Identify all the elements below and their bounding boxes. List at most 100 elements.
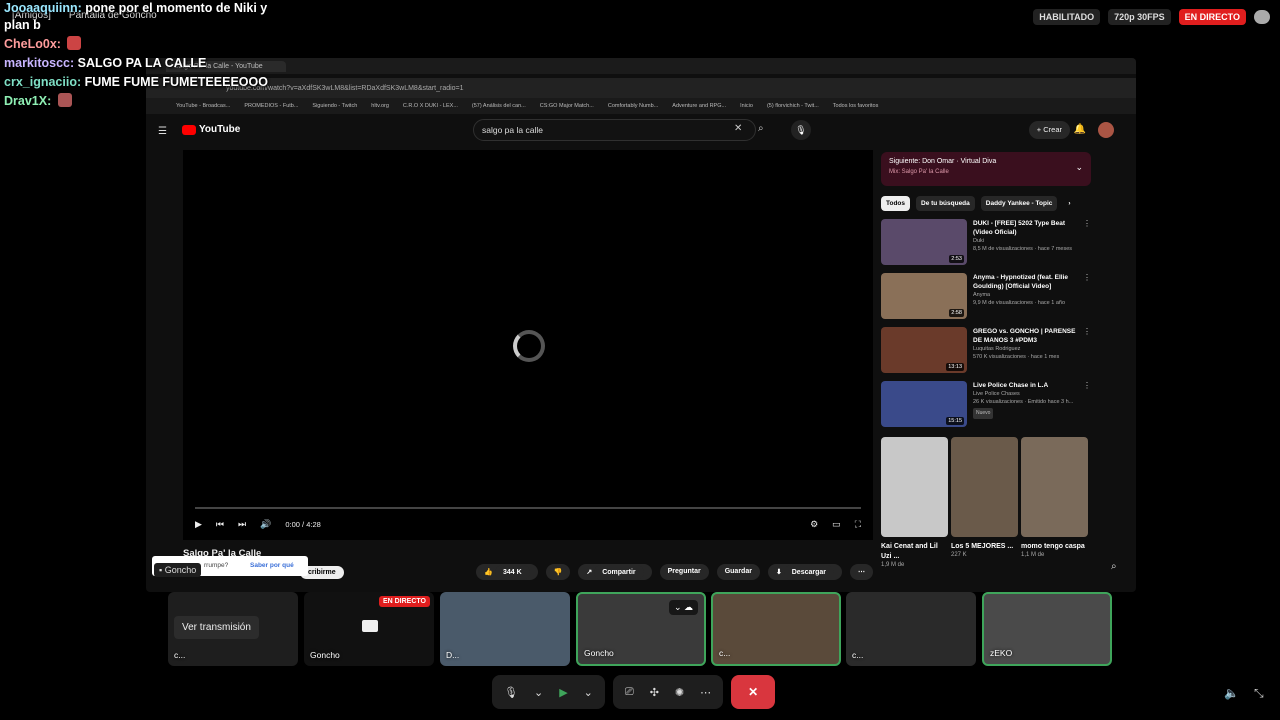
play-icon[interactable]: ▶ [195,519,202,530]
exit-fullscreen-icon[interactable]: ⤡ [1254,686,1264,701]
video-item-title[interactable]: Anyma - Hypnotized (feat. Ellie Goulding… [973,273,1078,291]
list-item[interactable]: 2:58 Anyma - Hypnotized (feat. Ellie Gou… [881,273,1091,319]
chevron-down-icon[interactable]: ⌄ [1075,162,1083,173]
short-item[interactable]: momo tengo caspa 1,1 M de [1021,437,1088,568]
bookmark[interactable]: Comfortably Numb... [608,103,658,109]
participant-tile[interactable]: zEKO [982,592,1112,666]
chip-all[interactable]: Todos [881,196,911,211]
short-title[interactable]: momo tengo caspa [1021,542,1088,552]
channel-name[interactable]: Anyma [973,291,1078,299]
progress-bar[interactable] [195,507,861,509]
bookmark[interactable]: Inicio [740,103,753,109]
bookmark[interactable]: (57) Análisis del can... [472,103,526,109]
bookmark[interactable]: Todos los favoritos [833,103,879,109]
short-item[interactable]: Los 5 MEJORES ... 227 K [951,437,1018,568]
search-icon[interactable]: ⌕ [758,123,764,134]
share-button[interactable]: ↗ Compartir [578,564,652,580]
video-item-title[interactable]: Live Police Chase in L.A [973,381,1078,390]
chevron-right-icon[interactable]: › [1063,196,1075,211]
short-item[interactable]: Kai Cenat and Lil Uzi ... 1,9 M de [881,437,948,568]
video-actions: 👍 344 K 👎 ↗ Compartir Preguntar Guardar … [476,564,873,580]
microphone-icon[interactable]: 🎙 [504,686,518,699]
short-thumbnail[interactable] [951,437,1018,537]
short-thumbnail[interactable] [881,437,948,537]
list-item[interactable]: 13:13 GREGO vs. GONCHO | PARENSE DE MANO… [881,327,1091,373]
more-options-icon[interactable]: ⋮ [1083,327,1091,336]
more-icon[interactable]: ⋯ [850,564,873,580]
activities-icon[interactable]: ✣ [650,686,659,699]
ask-button[interactable]: Preguntar [659,564,709,580]
video-thumbnail[interactable]: 2:58 [881,273,967,319]
chip-daddy-yankee[interactable]: Daddy Yankee - Topic [980,196,1058,211]
dislike-button[interactable]: 👎 [545,564,571,580]
volume-icon[interactable]: 🔊 [260,519,271,530]
url-text[interactable]: youtube.com/watch?v=aXdfSK3wLM8&list=RDa… [226,85,1136,92]
participant-menu-icon[interactable]: ⌄ ☁ [668,600,698,615]
video-player[interactable]: ▶ ⏮ ⏭ 🔊 0:00 / 4:28 ⚙ ▭ ⛶ [183,150,873,540]
short-title[interactable]: Los 5 MEJORES ... [951,542,1018,552]
bookmark[interactable]: C.R.O X DUKI - LEX... [403,103,458,109]
settings-gear-icon[interactable]: ⚙ [810,519,818,530]
more-options-icon[interactable]: ⋮ [1083,381,1091,390]
microphone-icon[interactable]: 🎙 [791,120,811,140]
short-title[interactable]: Kai Cenat and Lil Uzi ... [881,542,948,562]
chat-bubble-icon[interactable] [1254,10,1270,24]
address-bar[interactable]: youtube.com/watch?v=aXdfSK3wLM8&list=RDa… [146,78,1136,98]
zoom-icon[interactable]: ⌕ [1111,561,1117,572]
view-meta: 26 K visualizaciones · Emitido hace 3 h.… [973,399,1074,405]
participant-tile[interactable]: D... [440,592,570,666]
up-next-panel[interactable]: Siguiente: Don Omar · Virtual Diva Mix: … [881,152,1091,186]
youtube-play-icon [182,124,196,135]
screen-share-tile[interactable]: EN DIRECTO Goncho [304,592,434,666]
bookmark[interactable]: Siguiendo - Twitch [312,103,357,109]
save-button[interactable]: Guardar [716,564,760,580]
video-thumbnail[interactable]: 15:15 [881,381,967,427]
download-button[interactable]: ⬇ Descargar [767,564,842,580]
video-item-title[interactable]: GREGO vs. GONCHO | PARENSE DE MANOS 3 #P… [973,327,1078,345]
video-thumbnail[interactable]: 13:13 [881,327,967,373]
hamburger-menu-icon[interactable]: ☰ [158,126,167,137]
notifications-bell-icon[interactable]: 🔔 [1074,124,1086,135]
participant-tile[interactable]: c... [711,592,841,666]
create-button[interactable]: + Crear [1028,121,1070,139]
video-item-title[interactable]: DUKI - [FREE] 5202 Type Beat (Video Ofic… [973,219,1078,237]
next-icon[interactable]: ⏭ [238,519,246,530]
chip-from-search[interactable]: De tu búsqueda [916,196,975,211]
watch-stream-tile[interactable]: Ver transmisión c... [168,592,298,666]
bookmark[interactable]: Adventure and RPG... [672,103,726,109]
more-icon[interactable]: ⋯ [700,686,711,699]
participant-tile[interactable]: ⌄ ☁ Goncho [576,592,706,666]
chevron-down-icon[interactable]: ⌄ [534,686,543,699]
theater-mode-icon[interactable]: ▭ [832,519,841,530]
channel-name[interactable]: Live Police Chases [973,390,1078,398]
like-button[interactable]: 👍 344 K [476,564,538,580]
video-thumbnail[interactable]: 2:53 [881,219,967,265]
camera-icon[interactable]: ▶ [559,686,567,699]
youtube-logo[interactable]: YouTube [182,124,240,135]
more-options-icon[interactable]: ⋮ [1083,273,1091,282]
previous-icon[interactable]: ⏮ [216,519,224,530]
list-item[interactable]: 15:15 Live Police Chase in L.A Live Poli… [881,381,1091,427]
bookmark[interactable]: hltv.org [371,103,389,109]
soundboard-icon[interactable]: ✺ [675,686,684,699]
channel-name[interactable]: Luquitas Rodriguez [973,345,1078,353]
search-input[interactable]: salgo pa la calle [473,119,756,141]
bookmark[interactable]: CS:GO Major Match... [540,103,594,109]
channel-name[interactable]: Duki [973,237,1078,245]
list-item[interactable]: 2:53 DUKI - [FREE] 5202 Type Beat (Video… [881,219,1091,265]
avatar[interactable] [1098,122,1114,138]
clear-search-icon[interactable]: ✕ [734,123,742,134]
screen-share-button-icon[interactable]: ⎚ [625,686,634,699]
more-options-icon[interactable]: ⋮ [1083,219,1091,228]
fullscreen-icon[interactable]: ⛶ [855,519,861,530]
enabled-badge: HABILITADO [1033,9,1101,25]
bookmark[interactable]: (5) florvichich - Twit... [767,103,819,109]
why-link[interactable]: Saber por qué [250,562,294,569]
participant-tile[interactable]: c... [846,592,976,666]
volume-icon[interactable]: 🔈 [1224,686,1239,700]
disconnect-button[interactable]: ✕ [731,675,776,709]
chevron-down-icon[interactable]: ⌄ [584,686,593,699]
chat-username: markitoscc: [4,56,75,70]
watch-stream-button[interactable]: Ver transmisión [174,616,259,639]
short-thumbnail[interactable] [1021,437,1088,537]
